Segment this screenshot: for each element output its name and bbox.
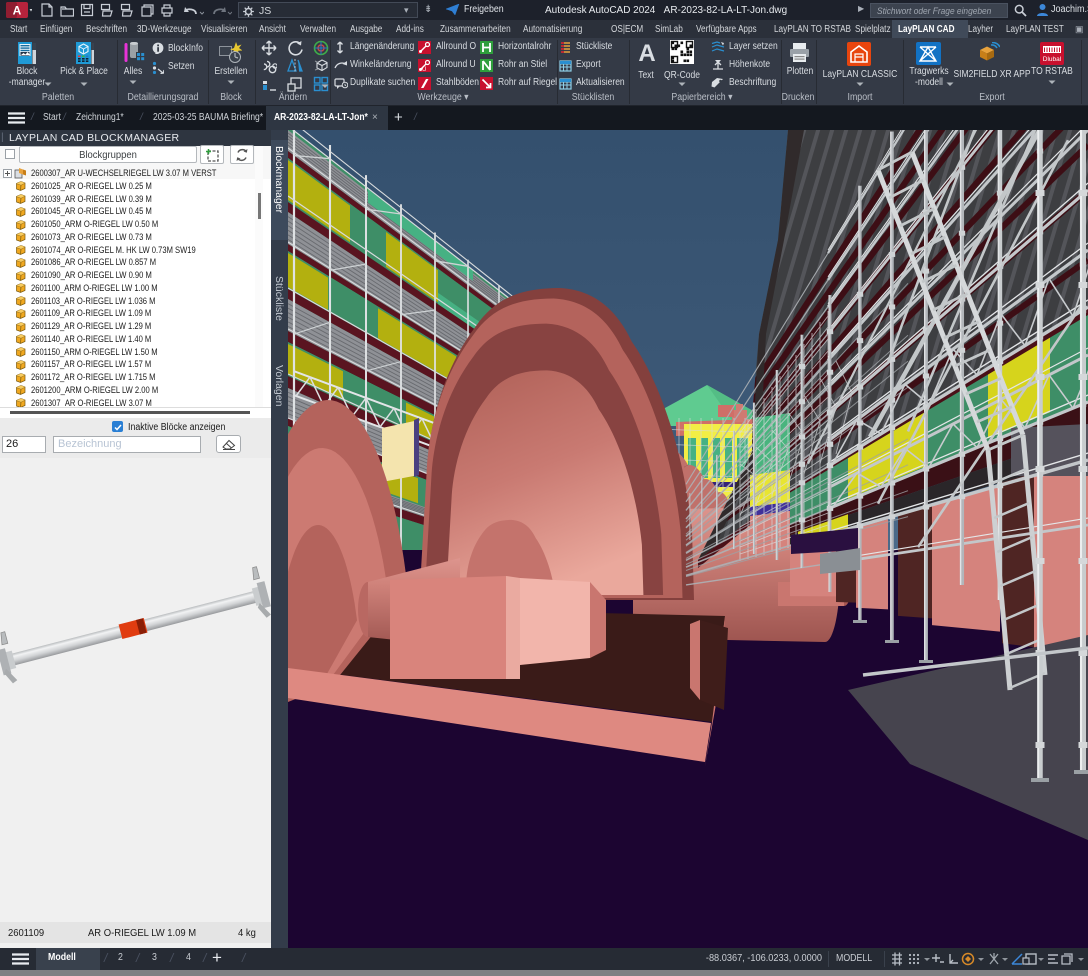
svg-text:Dlubal: Dlubal: [1043, 56, 1062, 63]
svg-text:U: U: [422, 67, 426, 72]
svg-text:A: A: [13, 4, 22, 18]
